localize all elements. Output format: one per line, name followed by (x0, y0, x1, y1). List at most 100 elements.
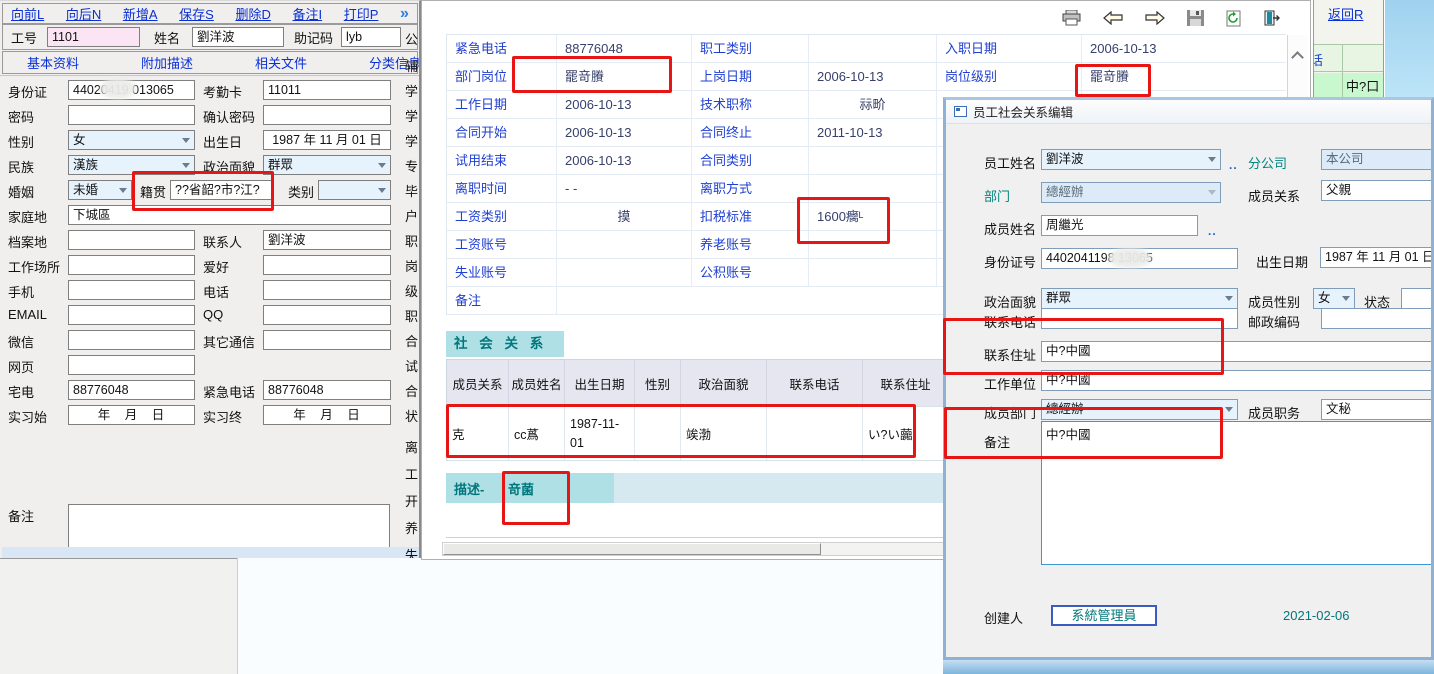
social-relation-edit-dialog: 员工社会关系编辑 员工姓名 劉洋波 .. 分公司 本公司 部门 總經辦 成员关系… (943, 97, 1434, 660)
home-phone-field[interactable]: 88776048 (68, 380, 195, 400)
category-combo[interactable] (318, 180, 391, 200)
ethnicity-combo[interactable]: 漢族 (68, 155, 195, 175)
ethnicity-label: 民族 (8, 157, 34, 176)
form-row: 工作场所 爱好 (6, 253, 415, 278)
toolbar-next[interactable]: 向后N (66, 4, 101, 23)
other-contact-field[interactable] (263, 330, 391, 350)
column-header: 成员姓名 (509, 360, 565, 406)
member-dept-combo[interactable]: 總經辦 (1041, 399, 1238, 420)
mobile-field[interactable] (68, 280, 195, 300)
intern-end-field[interactable]: 年 月 日 (263, 405, 391, 425)
refresh-doc-icon[interactable] (1226, 10, 1241, 27)
email-field[interactable] (68, 305, 195, 325)
work-unit-field[interactable]: 中?中國 (1041, 370, 1432, 391)
clipped-label: 辅 (405, 56, 420, 75)
detail-value: 摸 (557, 203, 692, 230)
gender-combo[interactable]: 女 (68, 130, 195, 150)
birthdate-label: 出生日期 (1256, 252, 1308, 271)
emp-name-combo[interactable]: 劉洋波 (1041, 149, 1221, 170)
contact-field[interactable]: 劉洋波 (263, 230, 391, 250)
horizontal-scrollbar-thumb[interactable] (443, 543, 821, 555)
form-row: 微信 其它通信 (6, 328, 415, 353)
contact-label: 联系人 (203, 232, 242, 251)
dialog-titlebar[interactable]: 员工社会关系编辑 (946, 100, 1431, 124)
detail-value: 2006-10-13 (557, 91, 692, 118)
toolbar-print[interactable]: 打印P (344, 4, 379, 23)
toolbar-prev[interactable]: 向前L (11, 4, 44, 23)
side-cell-label-row: 话 (1314, 44, 1384, 72)
birthday-label: 出生日 (203, 132, 242, 151)
intern-start-field[interactable]: 年 月 日 (68, 405, 195, 425)
member-politics-combo[interactable]: 群眾 (1041, 288, 1238, 309)
hobby-field[interactable] (263, 255, 391, 275)
return-link[interactable]: 返回R (1328, 4, 1363, 23)
postal-field[interactable] (1321, 308, 1434, 329)
toolbar-note[interactable]: 备注I (292, 4, 322, 23)
social-table-row[interactable]: 克 cc蔿 1987-11-01 竢渤 い?い虈 (447, 406, 948, 461)
scroll-up-icon[interactable] (1291, 51, 1304, 64)
contact-phone-field[interactable] (1041, 308, 1238, 329)
emp-name-browse-button[interactable]: .. (1229, 158, 1238, 172)
toolbar-save[interactable]: 保存S (179, 4, 214, 23)
column-header: 政治面貌 (681, 360, 767, 406)
relation-field[interactable]: 父親 (1321, 180, 1434, 201)
contact-address-field[interactable]: 中?中國 (1041, 341, 1432, 362)
webpage-field[interactable] (68, 355, 195, 375)
marriage-value: 未婚 (73, 183, 98, 197)
note-textarea[interactable]: 中?中國 (1041, 421, 1432, 565)
emergency-phone-field[interactable]: 88776048 (263, 380, 391, 400)
name-field[interactable]: 劉洋波 (192, 27, 284, 47)
hand-prev-icon[interactable] (1103, 11, 1123, 25)
marriage-combo[interactable]: 未婚 (68, 180, 132, 200)
member-name-field[interactable]: 周繼光 (1041, 215, 1198, 236)
save-icon[interactable] (1187, 10, 1204, 26)
creator-button[interactable]: 系統管理員 (1051, 605, 1157, 626)
member-gender-combo[interactable]: 女 (1313, 288, 1355, 309)
archive-field[interactable] (68, 230, 195, 250)
tab-extra-desc[interactable]: 附加描述 (141, 53, 193, 72)
qq-field[interactable] (263, 305, 391, 325)
birthdate-field[interactable]: 1987 年 11 月 01 日 (1320, 247, 1434, 268)
politics-combo[interactable]: 群眾 (263, 155, 391, 175)
emp-no-field[interactable]: 1101 (47, 27, 140, 47)
detail-label: 紧急电话 (447, 35, 557, 62)
confirm-password-field[interactable] (263, 105, 391, 125)
detail-value: 罷竒賸 (1082, 63, 1286, 90)
email-label: EMAIL (8, 307, 47, 322)
form-row: 民族 漢族 政治面貌 群眾 (6, 153, 415, 178)
print-icon[interactable] (1062, 10, 1081, 26)
detail-label: 合同类别 (692, 147, 809, 174)
attendance-field[interactable]: 11011 (263, 80, 391, 100)
birthday-field[interactable]: 1987 年 11 月 01 日 (263, 130, 391, 150)
form-row: 宅电 88776048 紧急电话 88776048 (6, 378, 415, 403)
code-field[interactable]: lyb (341, 27, 401, 47)
exit-icon[interactable] (1263, 10, 1280, 26)
detail-toolbar (1062, 6, 1280, 30)
column-header: 联系住址 (863, 360, 948, 406)
tab-basic-info[interactable]: 基本资料 (27, 53, 79, 72)
wechat-field[interactable] (68, 330, 195, 350)
hand-next-icon[interactable] (1145, 11, 1165, 25)
chevron-down-icon (1342, 296, 1350, 301)
chevron-down-icon (1208, 190, 1216, 195)
toolbar-delete[interactable]: 删除D (235, 4, 270, 23)
home-address-field[interactable]: 下城區 (68, 205, 391, 225)
password-field[interactable] (68, 105, 195, 125)
member-position-field[interactable]: 文秘 (1321, 399, 1434, 420)
other-contact-label: 其它通信 (203, 332, 255, 351)
tab-related-files[interactable]: 相关文件 (255, 53, 307, 72)
chevron-down-icon (378, 163, 386, 168)
member-id-blur-patch (1108, 248, 1152, 268)
clipped-label: 工 (405, 464, 420, 483)
category-label: 类别 (288, 182, 314, 201)
birthplace-field[interactable]: ??省韶?市?江? (170, 180, 274, 200)
status-field[interactable] (1401, 288, 1434, 309)
toolbar-add[interactable]: 新增A (123, 4, 158, 23)
workplace-field[interactable] (68, 255, 195, 275)
member-browse-button[interactable]: .. (1208, 224, 1217, 238)
clipped-label: 合 (405, 331, 420, 350)
clipped-label: 学 (405, 81, 420, 100)
phone-field[interactable] (263, 280, 391, 300)
detail-value: 2011-10-13 (809, 119, 937, 146)
detail-value (809, 175, 937, 202)
